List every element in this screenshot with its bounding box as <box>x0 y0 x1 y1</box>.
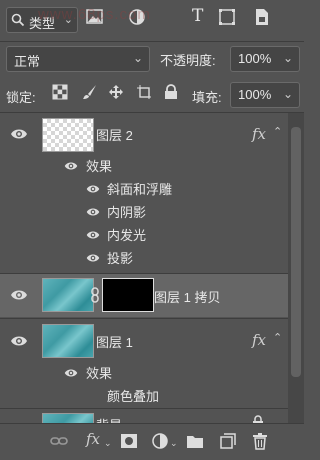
blend-mode-value: 正常 <box>14 54 41 69</box>
chevron-down-icon: ⌄ <box>132 51 143 65</box>
layer-name: 图层 1 拷贝 <box>154 290 221 305</box>
type-filter-icon[interactable]: T <box>192 6 203 26</box>
lock-position-icon[interactable] <box>108 84 124 103</box>
chevron-up-icon[interactable]: ⌃ <box>273 125 282 138</box>
link-layers-icon[interactable] <box>50 433 68 452</box>
chevron-down-icon: ⌄ <box>170 438 178 448</box>
eye-icon[interactable] <box>86 251 100 266</box>
chevron-up-icon[interactable]: ⌃ <box>273 331 282 344</box>
lock-image-pixels-icon[interactable] <box>82 84 98 103</box>
scrollbar-thumb[interactable] <box>291 127 301 377</box>
bottom-toolbar: fx ⌄ ⌄ <box>0 423 304 460</box>
opacity-field[interactable]: 100% ⌄ <box>230 46 300 72</box>
opacity-label: 不透明度: <box>160 53 216 68</box>
layer-row-selected[interactable]: 图层 1 拷贝 <box>0 274 288 317</box>
add-layer-style-button[interactable]: fx <box>86 430 100 448</box>
fill-label: 填充: <box>192 90 222 105</box>
eye-icon[interactable] <box>64 366 78 381</box>
layer-thumbnail <box>42 413 94 423</box>
effects-label: 效果 <box>86 366 113 381</box>
search-icon <box>11 13 25 30</box>
shape-filter-icon[interactable] <box>218 8 236 29</box>
fx-icon[interactable]: fx <box>252 125 266 143</box>
delete-layer-icon[interactable] <box>252 433 268 453</box>
smart-object-filter-icon[interactable] <box>254 8 270 29</box>
fx-icon[interactable]: fx <box>252 331 266 349</box>
fill-value: 100% <box>238 87 272 102</box>
layer-thumbnail <box>42 278 94 312</box>
chevron-down-icon: ⌄ <box>104 438 112 448</box>
effect-color-overlay[interactable]: 颜色叠加 <box>107 386 159 405</box>
divider <box>0 41 304 42</box>
eye-icon[interactable] <box>10 289 28 304</box>
lock-all-icon[interactable] <box>164 84 178 103</box>
new-layer-icon[interactable] <box>220 433 236 452</box>
watermark: www.68ps.com <box>38 6 151 23</box>
effect-inner-shadow[interactable]: 内阴影 <box>107 202 146 221</box>
layers-list: 图层 2 fx ⌃ 效果 斜面和浮雕 内阴影 内发光 投影 图层 1 拷贝 图层… <box>0 113 288 423</box>
layer-name: 背景 <box>96 415 122 423</box>
layer-thumbnail <box>42 118 94 152</box>
layer-thumbnail <box>42 324 94 358</box>
eye-icon[interactable] <box>86 228 100 243</box>
link-icon[interactable] <box>90 287 100 306</box>
lock-transparent-pixels-icon[interactable] <box>52 84 68 103</box>
add-mask-icon[interactable] <box>120 433 138 452</box>
opacity-value: 100% <box>238 51 272 66</box>
effects-label: 效果 <box>86 159 113 174</box>
blend-mode-dropdown[interactable]: 正常 ⌄ <box>6 46 150 72</box>
filter-bar: 类型 ⌄ T www.68ps.com <box>0 0 304 42</box>
effect-drop-shadow[interactable]: 投影 <box>107 248 133 267</box>
layer-name: 图层 1 <box>96 335 133 350</box>
layer-row[interactable]: 背景 <box>0 409 288 423</box>
adjustment-layer-icon[interactable] <box>152 433 168 452</box>
eye-icon[interactable] <box>10 335 28 350</box>
layer-name: 图层 2 <box>96 128 133 143</box>
chevron-down-icon: ⌄ <box>282 51 293 65</box>
eye-icon[interactable] <box>64 159 78 174</box>
effect-bevel-emboss[interactable]: 斜面和浮雕 <box>107 179 172 198</box>
layers-scrollbar[interactable] <box>288 113 304 423</box>
fill-field[interactable]: 100% ⌄ <box>230 82 300 108</box>
layer-row[interactable]: 图层 1 fx ⌃ 效果 颜色叠加 <box>0 319 288 405</box>
chevron-down-icon: ⌄ <box>282 87 293 101</box>
new-group-icon[interactable] <box>186 433 204 452</box>
layer-mask-thumbnail[interactable] <box>102 278 154 312</box>
eye-icon[interactable] <box>86 182 100 197</box>
effect-inner-glow[interactable]: 内发光 <box>107 225 146 244</box>
eye-icon[interactable] <box>86 205 100 220</box>
lock-artboard-icon[interactable] <box>136 84 152 103</box>
lock-label: 锁定: <box>6 90 36 105</box>
lock-icon <box>252 415 264 423</box>
layer-row[interactable]: 图层 2 fx ⌃ 效果 斜面和浮雕 内阴影 内发光 投影 <box>0 113 288 271</box>
eye-icon[interactable] <box>10 128 28 143</box>
